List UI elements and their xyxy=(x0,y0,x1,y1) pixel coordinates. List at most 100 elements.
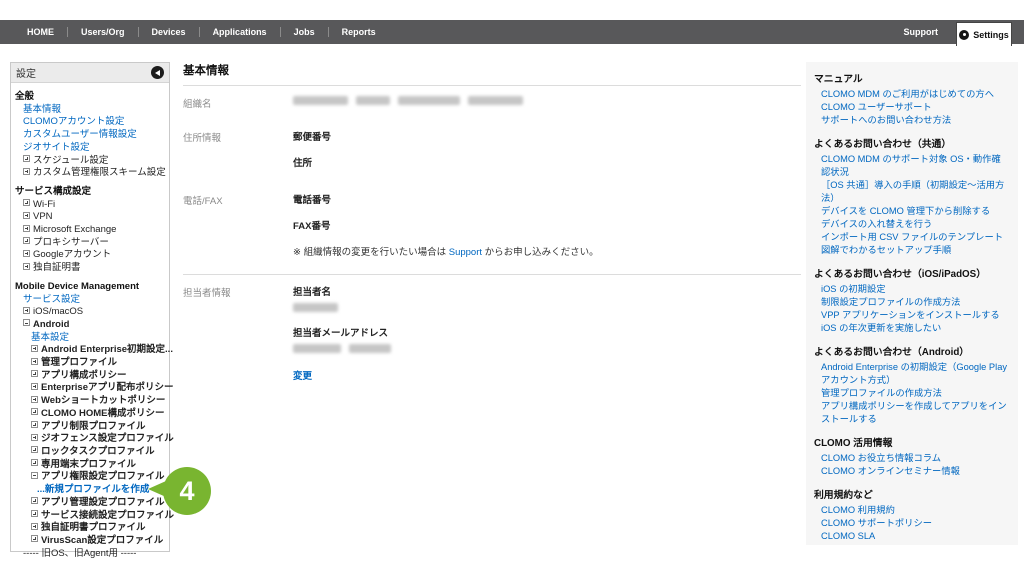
expand-icon[interactable] xyxy=(31,370,38,378)
expand-icon[interactable] xyxy=(23,306,30,314)
sidebar-link[interactable]: CLOMOアカウント設定 xyxy=(15,116,165,129)
help-link[interactable]: 管理プロファイルの作成方法 xyxy=(814,387,1010,400)
expand-icon[interactable] xyxy=(23,249,30,257)
sidebar-tree-label[interactable]: アプリ制限プロファイル xyxy=(41,421,146,432)
sidebar-tree-label[interactable]: 独自証明書 xyxy=(33,262,81,273)
help-link[interactable]: CLOMO お役立ち情報コラム xyxy=(814,452,1010,465)
sidebar-tree-label[interactable]: サービス接続設定プロファイル xyxy=(41,510,174,521)
nav-item[interactable]: HOME xyxy=(14,27,67,37)
expand-icon[interactable] xyxy=(23,224,30,232)
sidebar-tree-item[interactable]: ロックタスクプロファイル xyxy=(15,446,165,459)
expand-icon[interactable] xyxy=(31,408,38,416)
help-link[interactable]: 制限設定プロファイルの作成方法 xyxy=(814,296,1010,309)
help-link[interactable]: CLOMO サポートポリシー xyxy=(814,517,1010,530)
sidebar-tree-item[interactable]: 独自証明書 xyxy=(15,262,165,275)
sidebar-tree-label[interactable]: 管理プロファイル xyxy=(41,357,117,368)
sidebar-tree-label[interactable]: ジオフェンス設定プロファイル xyxy=(41,433,174,444)
expand-icon[interactable] xyxy=(31,497,38,505)
sidebar-tree-label[interactable]: Googleアカウント xyxy=(33,249,111,260)
sidebar-tree-item[interactable]: ジオフェンス設定プロファイル xyxy=(15,433,174,446)
sidebar-tree-item-app-permission[interactable]: アプリ権限設定プロファイル xyxy=(15,471,165,484)
sidebar-tree-item[interactable]: アプリ管理設定プロファイル xyxy=(15,497,165,510)
expand-icon[interactable] xyxy=(23,167,30,175)
expand-icon[interactable] xyxy=(31,446,38,454)
help-link[interactable]: VPP アプリケーションをインストールする xyxy=(814,309,1010,322)
tab-settings[interactable]: Settings xyxy=(956,22,1012,46)
expand-icon[interactable] xyxy=(31,433,38,441)
sidebar-tree-label[interactable]: CLOMO HOME構成ポリシー xyxy=(41,408,165,419)
sidebar-tree-item[interactable]: VirusScan設定プロファイル xyxy=(15,535,165,548)
sidebar-tree-item[interactable]: アプリ制限プロファイル xyxy=(15,421,165,434)
sidebar-tree-item[interactable]: Webショートカットポリシー xyxy=(15,395,165,408)
sidebar-tree-item[interactable]: プロキシサーバー xyxy=(15,237,165,250)
collapse-icon[interactable] xyxy=(31,471,38,479)
sidebar-tree-label[interactable]: ロックタスクプロファイル xyxy=(41,446,155,457)
sidebar-tree-label[interactable]: アプリ構成ポリシー xyxy=(41,370,127,381)
sidebar-tree-item-android[interactable]: Android xyxy=(15,319,165,332)
expand-icon[interactable] xyxy=(31,459,38,467)
nav-item[interactable]: Users/Org xyxy=(67,27,138,37)
expand-icon[interactable] xyxy=(31,510,38,517)
sidebar-tree-label[interactable]: Wi-Fi xyxy=(33,199,55,210)
nav-item[interactable]: Applications xyxy=(198,27,280,37)
expand-icon[interactable] xyxy=(31,357,38,365)
sidebar-tree-label[interactable]: Android Enterprise初期設定... xyxy=(41,344,173,355)
expand-icon[interactable] xyxy=(23,199,30,207)
expand-icon[interactable] xyxy=(31,535,38,543)
sidebar-tree-label[interactable]: プロキシサーバー xyxy=(33,237,109,248)
sidebar-tree-label[interactable]: VirusScan設定プロファイル xyxy=(41,535,163,546)
sidebar-tree-label[interactable]: Microsoft Exchange xyxy=(33,224,116,235)
sidebar-tree-item[interactable]: 専用端末プロファイル xyxy=(15,459,165,472)
sidebar-tree-item[interactable]: スケジュール設定 xyxy=(15,155,165,168)
sidebar-tree-item[interactable]: Android Enterprise初期設定... xyxy=(15,344,173,357)
sidebar-tree-label[interactable]: Webショートカットポリシー xyxy=(41,395,165,406)
expand-icon[interactable] xyxy=(23,155,30,163)
create-new-profile-link[interactable]: ...新規プロファイルを作成 xyxy=(15,484,165,497)
help-link[interactable]: CLOMO オンラインセミナー情報 xyxy=(814,465,1010,478)
sidebar-tree-item[interactable]: 独自証明書プロファイル xyxy=(15,522,165,535)
help-link[interactable]: アプリ構成ポリシーを作成してアプリをインストールする xyxy=(814,400,1010,426)
sidebar-collapse-icon[interactable] xyxy=(151,66,164,79)
help-link[interactable]: ［OS 共通］導入の手順（初期設定～活用方法） xyxy=(814,179,1010,205)
sidebar-tree-item[interactable]: Microsoft Exchange xyxy=(15,224,165,237)
sidebar-tree-label[interactable]: iOS/macOS xyxy=(33,306,83,317)
sidebar-tree-item[interactable]: Googleアカウント xyxy=(15,249,165,262)
help-link[interactable]: iOS の初期設定 xyxy=(814,283,1010,296)
help-link[interactable]: インポート用 CSV ファイルのテンプレート xyxy=(814,231,1010,244)
nav-item[interactable]: Devices xyxy=(137,27,199,37)
help-link[interactable]: CLOMO 利用規約 xyxy=(814,504,1010,517)
help-link[interactable]: Android Enterprise の初期設定（Google Play アカウ… xyxy=(814,361,1010,387)
sidebar-tree-item[interactable]: VPN xyxy=(15,211,165,224)
sidebar-tree-item-ios[interactable]: iOS/macOS xyxy=(15,306,165,319)
help-link[interactable]: サポートへのお問い合わせ方法 xyxy=(814,114,1010,127)
sidebar-tree-label[interactable]: カスタム管理権限スキーム設定 xyxy=(33,167,166,178)
help-link[interactable]: iOS の年次更新を実施したい xyxy=(814,322,1010,335)
expand-icon[interactable] xyxy=(23,237,30,245)
sidebar-tree-item[interactable]: Enterpriseアプリ配布ポリシー xyxy=(15,382,174,395)
sidebar-link[interactable]: ジオサイト設定 xyxy=(15,142,165,155)
help-link[interactable]: CLOMO ユーザーサポート xyxy=(814,101,1010,114)
support-inline-link[interactable]: Support xyxy=(449,247,482,258)
sidebar-tree-item[interactable]: サービス接続設定プロファイル xyxy=(15,510,174,523)
help-link[interactable]: CLOMO MDM のサポート対象 OS・動作確認状況 xyxy=(814,153,1010,179)
sidebar-tree-item[interactable]: カスタム管理権限スキーム設定 xyxy=(15,167,166,180)
sidebar-tree-label[interactable]: アプリ管理設定プロファイル xyxy=(41,497,165,508)
sidebar-link-service-settings[interactable]: サービス設定 xyxy=(15,294,165,307)
help-link[interactable]: デバイスの入れ替えを行う xyxy=(814,218,1010,231)
nav-item[interactable]: Reports xyxy=(327,27,389,37)
help-link[interactable]: 図解でわかるセットアップ手順 xyxy=(814,244,1010,257)
sidebar-tree-item[interactable]: アプリ構成ポリシー xyxy=(15,370,165,383)
expand-icon[interactable] xyxy=(31,421,38,429)
expand-icon[interactable] xyxy=(31,395,38,403)
expand-icon[interactable] xyxy=(31,344,38,352)
sidebar-link[interactable]: カスタムユーザー情報設定 xyxy=(15,129,165,142)
expand-icon[interactable] xyxy=(23,211,30,219)
sidebar-link-android-basic[interactable]: 基本設定 xyxy=(15,332,165,345)
collapse-icon[interactable] xyxy=(23,319,30,327)
change-link[interactable]: 変更 xyxy=(293,368,312,382)
sidebar-tree-label[interactable]: 専用端末プロファイル xyxy=(41,459,136,470)
sidebar-tree-item[interactable]: Wi-Fi xyxy=(15,199,165,212)
expand-icon[interactable] xyxy=(31,522,38,530)
sidebar-tree-item[interactable]: CLOMO HOME構成ポリシー xyxy=(15,408,165,421)
sidebar-tree-label[interactable]: VPN xyxy=(33,211,53,222)
